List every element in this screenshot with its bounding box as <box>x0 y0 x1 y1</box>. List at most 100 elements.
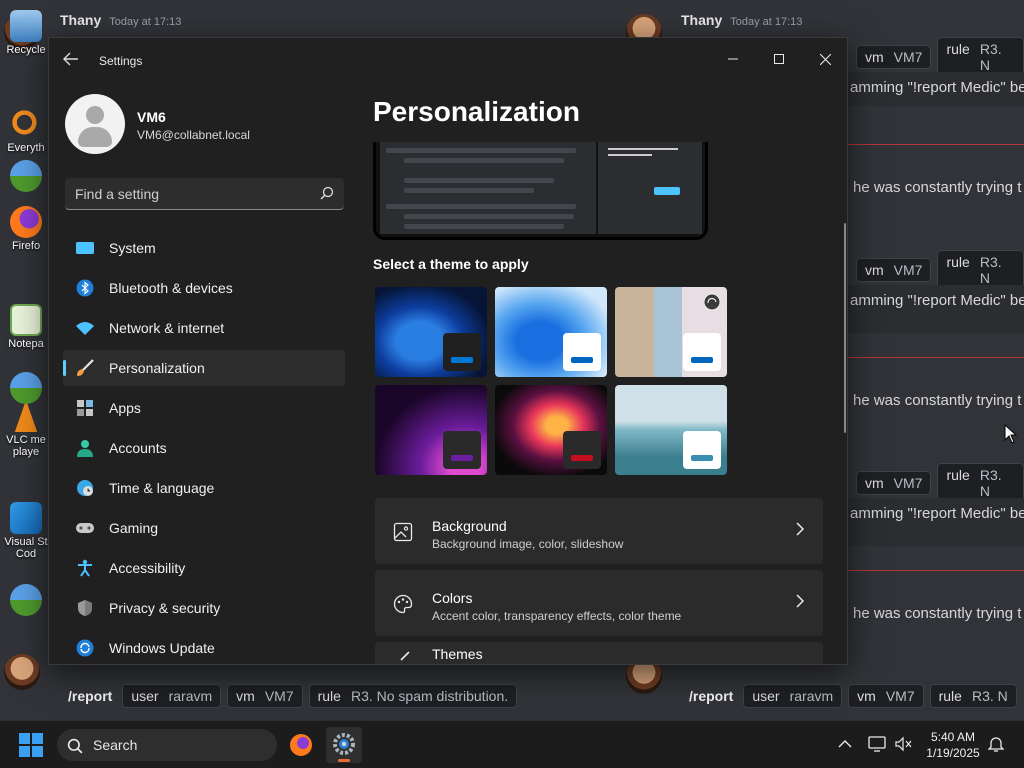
desktop-icon-vlc[interactable]: VLC me playe <box>4 400 48 458</box>
taskbar-search[interactable]: Search <box>57 729 277 761</box>
update-icon <box>75 639 95 657</box>
volume-muted-icon[interactable] <box>894 736 912 752</box>
close-button[interactable] <box>802 44 847 74</box>
globe-clock-icon <box>75 479 95 497</box>
theme-windows-light[interactable] <box>495 287 607 377</box>
themes-settings-card[interactable]: Themes <box>375 642 823 664</box>
colors-settings-card[interactable]: Colors Accent color, transparency effect… <box>375 570 823 636</box>
notepad-icon <box>10 304 42 336</box>
chat-message-header: Thany Today at 17:13 <box>681 12 802 28</box>
theme-sunrise[interactable] <box>615 385 727 475</box>
sidebar-item-windows-update[interactable]: Windows Update <box>63 630 345 664</box>
user-profile[interactable]: VM6 VM6@collabnet.local <box>65 94 355 154</box>
chat-text-line: he was constantly trying t <box>853 605 1022 622</box>
landscape-icon <box>10 372 42 404</box>
personalization-pane: Personalization Select a theme to apply <box>373 84 847 664</box>
landscape-icon <box>10 160 42 192</box>
taskbar-settings[interactable] <box>326 727 362 763</box>
gamepad-icon <box>75 519 95 537</box>
chat-timestamp: Today at 17:13 <box>109 16 182 28</box>
desktop-icon-everything[interactable]: Everyth <box>4 108 48 154</box>
chat-pill: vm VM7 <box>856 471 932 495</box>
sidebar-item-accounts[interactable]: Accounts <box>63 430 345 466</box>
desktop-icon-xp[interactable] <box>4 372 48 406</box>
search-icon <box>67 738 83 754</box>
search-input[interactable] <box>75 183 305 205</box>
minimize-icon <box>728 58 738 60</box>
profile-name: VM6 <box>137 109 166 125</box>
start-button[interactable] <box>19 733 43 757</box>
chat-pill: vm VM7 <box>856 45 932 69</box>
sidebar-item-system[interactable]: System <box>63 230 345 266</box>
maximize-icon <box>774 54 784 64</box>
background-settings-card[interactable]: Background Background image, color, slid… <box>375 498 823 564</box>
window-title: Settings <box>99 54 143 68</box>
monitor-icon <box>75 239 95 257</box>
chat-command-row: vm VM7 rule R3. N <box>856 250 1024 290</box>
chat-pill: rule R3. N <box>937 463 1024 503</box>
brush-icon <box>400 651 410 661</box>
chat-timestamp: Today at 17:13 <box>730 16 803 28</box>
firefox-icon <box>10 206 42 238</box>
sidebar-item-time-language[interactable]: Time & language <box>63 470 345 506</box>
desktop-icon-xp[interactable] <box>4 584 48 618</box>
chat-author: Thany <box>60 12 102 28</box>
search-magnifier-icon <box>10 108 42 140</box>
image-icon <box>393 522 413 542</box>
chat-author: Thany <box>681 12 723 28</box>
bluetooth-icon <box>75 279 95 297</box>
theme-section-label: Select a theme to apply <box>373 256 529 272</box>
chat-command-row: vm VM7 rule R3. N <box>856 37 1024 77</box>
sidebar-item-personalization[interactable]: Personalization <box>63 350 345 386</box>
theme-preview <box>373 142 708 240</box>
theme-glow[interactable] <box>375 385 487 475</box>
chevron-up-icon[interactable] <box>838 739 852 749</box>
taskbar-firefox[interactable] <box>283 727 319 763</box>
scrollbar[interactable] <box>844 223 846 433</box>
sidebar-item-network[interactable]: Network & internet <box>63 310 345 346</box>
mouse-cursor-icon <box>1004 424 1018 444</box>
sidebar-item-accessibility[interactable]: Accessibility <box>63 550 345 586</box>
minimize-button[interactable] <box>710 44 756 74</box>
wifi-icon <box>75 319 95 337</box>
title-bar: Settings <box>49 38 847 84</box>
chat-command-row: vm VM7 rule R3. N <box>856 463 1024 503</box>
gear-icon <box>333 733 355 755</box>
chat-pill: rule R3. N <box>937 37 1024 77</box>
chat-text-line: amming "!report Medic" be <box>850 79 1024 96</box>
vscode-icon <box>10 502 42 534</box>
desktop-icon-notepad[interactable]: Notepa <box>4 304 48 350</box>
theme-grid <box>375 287 731 477</box>
taskbar-clock[interactable]: 5:40 AM 1/19/2025 <box>918 729 988 761</box>
page-title: Personalization <box>373 96 580 127</box>
sidebar-item-gaming[interactable]: Gaming <box>63 510 345 546</box>
person-icon <box>75 439 95 457</box>
sidebar-item-privacy[interactable]: Privacy & security <box>63 590 345 626</box>
chat-pill: rule R3. N <box>937 250 1024 290</box>
theme-flow[interactable] <box>495 385 607 475</box>
avatar <box>65 94 125 154</box>
taskbar: Search 5:40 AM 1/19/2025 <box>0 720 1024 768</box>
network-icon[interactable] <box>868 736 886 752</box>
theme-windows-dark[interactable] <box>375 287 487 377</box>
palette-icon <box>393 594 413 614</box>
sidebar-item-bluetooth[interactable]: Bluetooth & devices <box>63 270 345 306</box>
recycle-bin-icon <box>10 10 42 42</box>
search-icon[interactable] <box>320 186 334 200</box>
chat-message-header: Thany Today at 17:13 <box>60 12 181 28</box>
desktop-icon-xp[interactable] <box>4 160 48 194</box>
find-setting-search <box>65 178 344 210</box>
desktop-icon-recycle-bin[interactable]: Recycle <box>4 10 48 56</box>
close-icon <box>819 53 831 65</box>
desktop-icon-firefox[interactable]: Firefo <box>4 206 48 252</box>
profile-email: VM6@collabnet.local <box>137 128 250 142</box>
maximize-button[interactable] <box>756 44 802 74</box>
back-button[interactable] <box>63 52 83 70</box>
theme-captured-motion[interactable] <box>615 287 727 377</box>
shield-icon <box>75 599 95 617</box>
back-arrow-icon <box>63 52 78 66</box>
chat-text-line: amming "!report Medic" be <box>850 292 1024 309</box>
desktop-icon-vscode[interactable]: Visual St Cod <box>4 502 48 560</box>
notification-bell-icon[interactable] <box>988 735 1004 753</box>
sidebar-item-apps[interactable]: Apps <box>63 390 345 426</box>
